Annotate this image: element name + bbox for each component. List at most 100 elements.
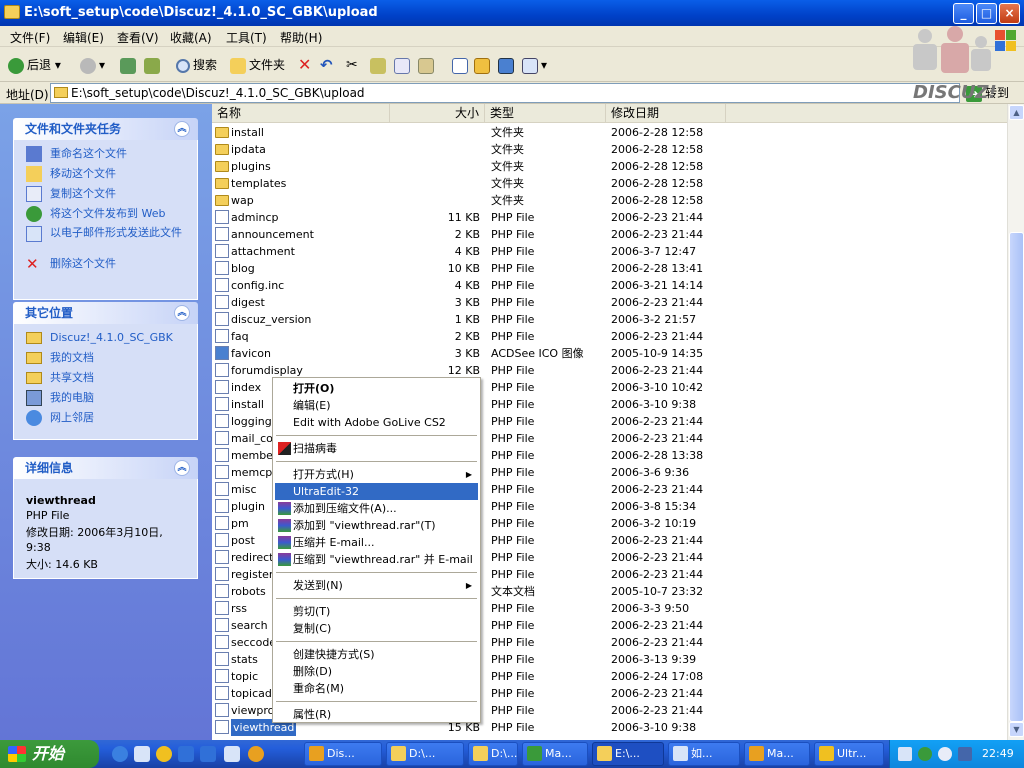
context-menu-item[interactable]: 添加到压缩文件(A)...	[275, 500, 478, 517]
close-button[interactable]: ×	[999, 3, 1020, 24]
context-menu-item[interactable]: 添加到 "viewthread.rar"(T)	[275, 517, 478, 534]
scroll-thumb[interactable]	[1009, 232, 1024, 722]
explorer-icon[interactable]	[224, 746, 240, 762]
media-icon[interactable]	[178, 746, 194, 762]
column-size[interactable]: 大小	[390, 104, 485, 123]
task-rename[interactable]: 重命名这个文件	[26, 146, 197, 166]
file-row[interactable]: discuz_version 1 KB PHP File 2006-3-2 21:57	[212, 311, 1007, 328]
taskbar-button[interactable]: Ma...	[744, 742, 810, 766]
context-menu-item[interactable]: 发送到(N) ▶	[275, 577, 478, 594]
firefox-icon[interactable]	[248, 746, 264, 762]
speaker-icon[interactable]	[938, 747, 952, 761]
context-menu-item[interactable]: 打开(O)	[275, 380, 478, 397]
collapse-chevron-icon[interactable]: ︽	[174, 305, 190, 321]
folders-button[interactable]: 文件夹	[230, 55, 285, 75]
file-row[interactable]: templates 文件夹 2006-2-28 12:58	[212, 175, 1007, 192]
taskbar-button[interactable]: D:\...	[468, 742, 518, 766]
menu-edit[interactable]: 编辑(E)	[63, 29, 104, 46]
context-menu-item[interactable]: 删除(D)	[275, 663, 478, 680]
forward-button[interactable]: ▾	[80, 55, 105, 75]
task-copy[interactable]: 复制这个文件	[26, 186, 197, 206]
context-menu-item[interactable]: UltraEdit-32	[275, 483, 478, 500]
file-row[interactable]: plugins 文件夹 2006-2-28 12:58	[212, 158, 1007, 175]
task-publish-web[interactable]: 将这个文件发布到 Web	[26, 206, 197, 226]
menu-help[interactable]: 帮助(H)	[280, 29, 322, 46]
place-network[interactable]: 网上邻居	[26, 410, 197, 430]
file-row[interactable]: announcement 2 KB PHP File 2006-2-23 21:44	[212, 226, 1007, 243]
taskbar-button[interactable]: Ma...	[522, 742, 588, 766]
file-row[interactable]: config.inc 4 KB PHP File 2006-3-21 14:14	[212, 277, 1007, 294]
other-places-header[interactable]: 其它位置 ︽	[13, 302, 198, 324]
desktop-icon[interactable]	[134, 746, 150, 762]
file-row[interactable]: faq 2 KB PHP File 2006-2-23 21:44	[212, 328, 1007, 345]
network-status-icon[interactable]	[958, 747, 972, 761]
taskbar-button[interactable]: Dis...	[304, 742, 382, 766]
place-parent-folder[interactable]: Discuz!_4.1.0_SC_GBK	[26, 330, 197, 350]
place-shared-documents[interactable]: 共享文档	[26, 370, 197, 390]
file-row[interactable]: install 文件夹 2006-2-28 12:58	[212, 124, 1007, 141]
context-menu-item[interactable]: 重命名(M)	[275, 680, 478, 697]
vertical-scrollbar[interactable]: ▲ ▼	[1007, 104, 1024, 740]
menu-tools[interactable]: 工具(T)	[226, 29, 267, 46]
file-row[interactable]: blog 10 KB PHP File 2006-2-28 13:41	[212, 260, 1007, 277]
title-bar[interactable]: E:\soft_setup\code\Discuz!_4.1.0_SC_GBK\…	[0, 0, 1024, 26]
context-menu-item[interactable]: 压缩并 E-mail...	[275, 534, 478, 551]
context-menu-item[interactable]: 属性(R)	[275, 706, 478, 723]
start-button[interactable]: 开始	[0, 740, 99, 768]
keyboard-icon[interactable]	[898, 747, 912, 761]
scroll-down-icon[interactable]: ▼	[1009, 722, 1024, 737]
context-menu-item[interactable]: 编辑(E)	[275, 397, 478, 414]
context-menu-item[interactable]: 复制(C)	[275, 620, 478, 637]
up-button[interactable]	[120, 55, 139, 75]
collapse-chevron-icon[interactable]: ︽	[174, 121, 190, 137]
file-row[interactable]: admincp 11 KB PHP File 2006-2-23 21:44	[212, 209, 1007, 226]
paste-icon[interactable]	[418, 55, 437, 75]
column-type[interactable]: 类型	[485, 104, 606, 123]
back-button[interactable]: 后退 ▾	[8, 55, 61, 75]
copy-icon[interactable]	[394, 55, 413, 75]
context-menu-item[interactable]: Edit with Adobe GoLive CS2	[275, 414, 478, 431]
context-menu-item[interactable]: 创建快捷方式(S)	[275, 646, 478, 663]
taskbar-button[interactable]: E:\...	[592, 742, 664, 766]
qq-icon[interactable]	[156, 746, 172, 762]
maximize-button[interactable]: □	[976, 3, 997, 24]
window-icon[interactable]	[498, 55, 517, 75]
search-button[interactable]: 搜索	[176, 55, 217, 75]
outlook-icon[interactable]	[200, 746, 216, 762]
delete-icon[interactable]: ✕	[298, 55, 311, 75]
file-tasks-header[interactable]: 文件和文件夹任务 ︽	[13, 118, 198, 140]
context-menu-item[interactable]: 扫描病毒	[275, 440, 478, 457]
collapse-chevron-icon[interactable]: ︽	[174, 460, 190, 476]
menu-favorites[interactable]: 收藏(A)	[170, 29, 212, 46]
tray-app-icon[interactable]	[918, 747, 932, 761]
edit-icon[interactable]	[474, 55, 493, 75]
file-row[interactable]: ipdata 文件夹 2006-2-28 12:58	[212, 141, 1007, 158]
taskbar-button[interactable]: D:\...	[386, 742, 464, 766]
file-row[interactable]: digest 3 KB PHP File 2006-2-23 21:44	[212, 294, 1007, 311]
menu-view[interactable]: 查看(V)	[117, 29, 159, 46]
task-email[interactable]: 以电子邮件形式发送此文件	[26, 226, 186, 256]
clock[interactable]: 22:49	[982, 740, 1014, 768]
menu-file[interactable]: 文件(F)	[10, 29, 50, 46]
scroll-up-icon[interactable]: ▲	[1009, 105, 1024, 120]
minimize-button[interactable]: _	[953, 3, 974, 24]
refresh-button[interactable]	[144, 55, 163, 75]
file-row[interactable]: wap 文件夹 2006-2-28 12:58	[212, 192, 1007, 209]
place-my-computer[interactable]: 我的电脑	[26, 390, 197, 410]
undo-icon[interactable]: ↶	[320, 55, 333, 75]
address-input[interactable]: E:\soft_setup\code\Discuz!_4.1.0_SC_GBK\…	[50, 83, 960, 103]
context-menu-item[interactable]: 剪切(T)	[275, 603, 478, 620]
taskbar-button[interactable]: 如...	[668, 742, 740, 766]
task-move[interactable]: 移动这个文件	[26, 166, 197, 186]
cut-icon[interactable]: ✂	[346, 55, 358, 75]
views-button[interactable]: ▾	[522, 55, 547, 75]
properties-icon[interactable]	[452, 55, 471, 75]
task-delete[interactable]: ✕ 删除这个文件	[26, 256, 197, 276]
taskbar-button[interactable]: Ultr...	[814, 742, 884, 766]
copy-to-icon[interactable]	[370, 55, 389, 75]
details-header[interactable]: 详细信息 ︽	[13, 457, 198, 479]
file-row[interactable]: attachment 4 KB PHP File 2006-3-7 12:47	[212, 243, 1007, 260]
ie-icon[interactable]	[112, 746, 128, 762]
file-row[interactable]: favicon 3 KB ACDSee ICO 图像 2005-10-9 14:35	[212, 345, 1007, 362]
place-my-documents[interactable]: 我的文档	[26, 350, 197, 370]
